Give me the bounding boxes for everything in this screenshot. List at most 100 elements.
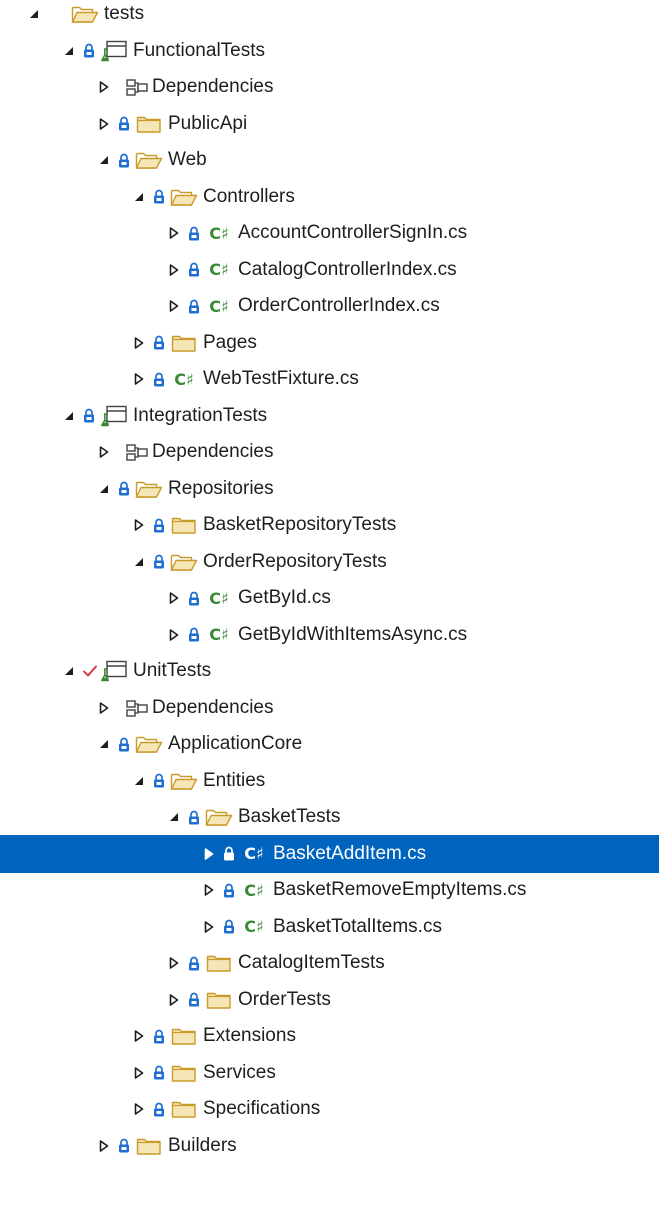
expand-arrow-icon[interactable] — [167, 981, 181, 1019]
expand-arrow-icon[interactable] — [97, 433, 111, 471]
collapse-arrow-icon[interactable] — [132, 178, 146, 216]
folder-icon — [167, 324, 201, 362]
expand-arrow-icon[interactable] — [167, 287, 181, 325]
open-folder-icon — [132, 725, 166, 763]
csharp-file-icon: C♯ — [209, 296, 229, 316]
collapse-arrow-icon[interactable] — [62, 397, 76, 435]
expand-arrow-icon[interactable] — [97, 105, 111, 143]
tree-item-tests[interactable]: tests — [0, 0, 659, 33]
open-folder-icon — [68, 0, 102, 33]
lock-icon — [152, 762, 166, 800]
collapse-arrow-icon[interactable] — [27, 0, 41, 33]
lock-icon — [222, 871, 236, 909]
expand-arrow-icon[interactable] — [202, 871, 216, 909]
expand-arrow-icon[interactable] — [132, 1017, 146, 1055]
collapse-arrow-icon[interactable] — [97, 470, 111, 508]
folder-icon — [167, 506, 201, 544]
tree-item-baskettests[interactable]: BasketTests — [0, 798, 659, 836]
tree-item-label: CatalogItemTests — [238, 952, 385, 973]
tree-item-orderrepositorytests[interactable]: OrderRepositoryTests — [0, 543, 659, 581]
tree-item-label: Entities — [203, 769, 266, 791]
folder-icon — [132, 1127, 166, 1165]
expand-arrow-icon[interactable] — [97, 1127, 111, 1165]
open-folder-icon — [167, 762, 201, 800]
expand-arrow-icon[interactable] — [167, 214, 181, 252]
expand-arrow-icon[interactable] — [202, 908, 216, 946]
tree-item-accountcontrollersignin-cs[interactable]: C♯ AccountControllerSignIn.cs — [0, 214, 659, 252]
collapse-arrow-icon[interactable] — [97, 725, 111, 763]
tree-item-label: IntegrationTests — [133, 404, 268, 426]
tree-item-integrationtests[interactable]: IntegrationTests — [0, 397, 659, 435]
tree-item-label: OrderControllerIndex.cs — [238, 295, 440, 316]
lock-icon — [187, 981, 201, 1019]
tree-item-label: BasketRepositoryTests — [203, 514, 397, 535]
collapse-arrow-icon[interactable] — [97, 141, 111, 179]
open-folder-icon — [167, 178, 201, 216]
expand-arrow-icon[interactable] — [132, 1054, 146, 1092]
expand-arrow-icon[interactable] — [132, 1090, 146, 1128]
collapse-arrow-icon[interactable] — [167, 798, 181, 836]
tree-item-repositories[interactable]: Repositories — [0, 470, 659, 508]
tree-item-basketremoveemptyitems-cs[interactable]: C♯ BasketRemoveEmptyItems.cs — [0, 871, 659, 909]
collapse-arrow-icon[interactable] — [62, 652, 76, 690]
tree-item-label: BasketTotalItems.cs — [273, 915, 442, 937]
tree-item-functionaltests[interactable]: FunctionalTests — [0, 32, 659, 70]
folder-icon — [167, 1054, 201, 1092]
tree-item-ordercontrollerindex-cs[interactable]: C♯ OrderControllerIndex.cs — [0, 287, 659, 325]
tree-item-catalogcontrollerindex-cs[interactable]: C♯ CatalogControllerIndex.cs — [0, 251, 659, 289]
tree-item-specifications[interactable]: Specifications — [0, 1090, 659, 1128]
lock-icon — [117, 725, 131, 763]
tree-item-label: Services — [203, 1061, 276, 1083]
tree-item-applicationcore[interactable]: ApplicationCore — [0, 725, 659, 763]
expand-arrow-icon[interactable] — [167, 579, 181, 617]
lock-icon — [152, 506, 166, 544]
tree-item-controllers[interactable]: Controllers — [0, 178, 659, 216]
tree-item-baskettotalitems-cs[interactable]: C♯ BasketTotalItems.cs — [0, 908, 659, 946]
expand-arrow-icon[interactable] — [97, 689, 111, 727]
tree-item-unittests[interactable]: UnitTests — [0, 652, 659, 690]
tree-item-pages[interactable]: Pages — [0, 324, 659, 362]
tree-item-webtestfixture-cs[interactable]: C♯ WebTestFixture.cs — [0, 360, 659, 398]
expand-arrow-icon[interactable] — [132, 506, 146, 544]
expand-arrow-icon[interactable] — [202, 835, 216, 873]
tree-item-catalogitemtests[interactable]: CatalogItemTests — [0, 944, 659, 982]
tree-item-label: BasketRemoveEmptyItems.cs — [273, 879, 527, 900]
csharp-file-icon: C♯ — [244, 844, 264, 863]
collapse-arrow-icon[interactable] — [62, 32, 76, 70]
test-project-icon — [97, 32, 131, 70]
lock-icon — [187, 287, 201, 325]
tree-item-dependencies[interactable]: Dependencies — [0, 68, 659, 106]
lock-icon — [117, 1127, 131, 1165]
dependencies-icon — [120, 689, 154, 727]
tree-item-label: Dependencies — [152, 76, 274, 97]
tree-item-services[interactable]: Services — [0, 1054, 659, 1092]
tree-item-dependencies[interactable]: Dependencies — [0, 433, 659, 471]
tree-item-getbyid-cs[interactable]: C♯ GetById.cs — [0, 579, 659, 617]
collapse-arrow-icon[interactable] — [132, 543, 146, 581]
tree-item-web[interactable]: Web — [0, 141, 659, 179]
tree-item-entities[interactable]: Entities — [0, 762, 659, 800]
lock-icon — [152, 1054, 166, 1092]
expand-arrow-icon[interactable] — [97, 68, 111, 106]
collapse-arrow-icon[interactable] — [132, 762, 146, 800]
folder-icon — [167, 1017, 201, 1055]
tree-item-basketadditem-cs[interactable]: C♯ BasketAddItem.cs — [0, 834, 659, 873]
expand-arrow-icon[interactable] — [167, 251, 181, 289]
tree-item-extensions[interactable]: Extensions — [0, 1017, 659, 1055]
tree-item-getbyidwithitemsasync-cs[interactable]: C♯ GetByIdWithItemsAsync.cs — [0, 616, 659, 654]
expand-arrow-icon[interactable] — [132, 360, 146, 398]
lock-icon — [187, 616, 201, 654]
tree-item-label: OrderTests — [238, 988, 331, 1010]
tree-item-ordertests[interactable]: OrderTests — [0, 981, 659, 1019]
expand-arrow-icon[interactable] — [132, 324, 146, 362]
tree-item-label: BasketTests — [238, 806, 341, 827]
tree-item-label: UnitTests — [133, 660, 212, 681]
tree-item-builders[interactable]: Builders — [0, 1127, 659, 1165]
test-project-icon — [97, 397, 131, 435]
tree-item-label: WebTestFixture.cs — [203, 368, 359, 389]
tree-item-publicapi[interactable]: PublicApi — [0, 105, 659, 143]
expand-arrow-icon[interactable] — [167, 944, 181, 982]
expand-arrow-icon[interactable] — [167, 616, 181, 654]
tree-item-basketrepositorytests[interactable]: BasketRepositoryTests — [0, 506, 659, 544]
tree-item-dependencies[interactable]: Dependencies — [0, 689, 659, 727]
